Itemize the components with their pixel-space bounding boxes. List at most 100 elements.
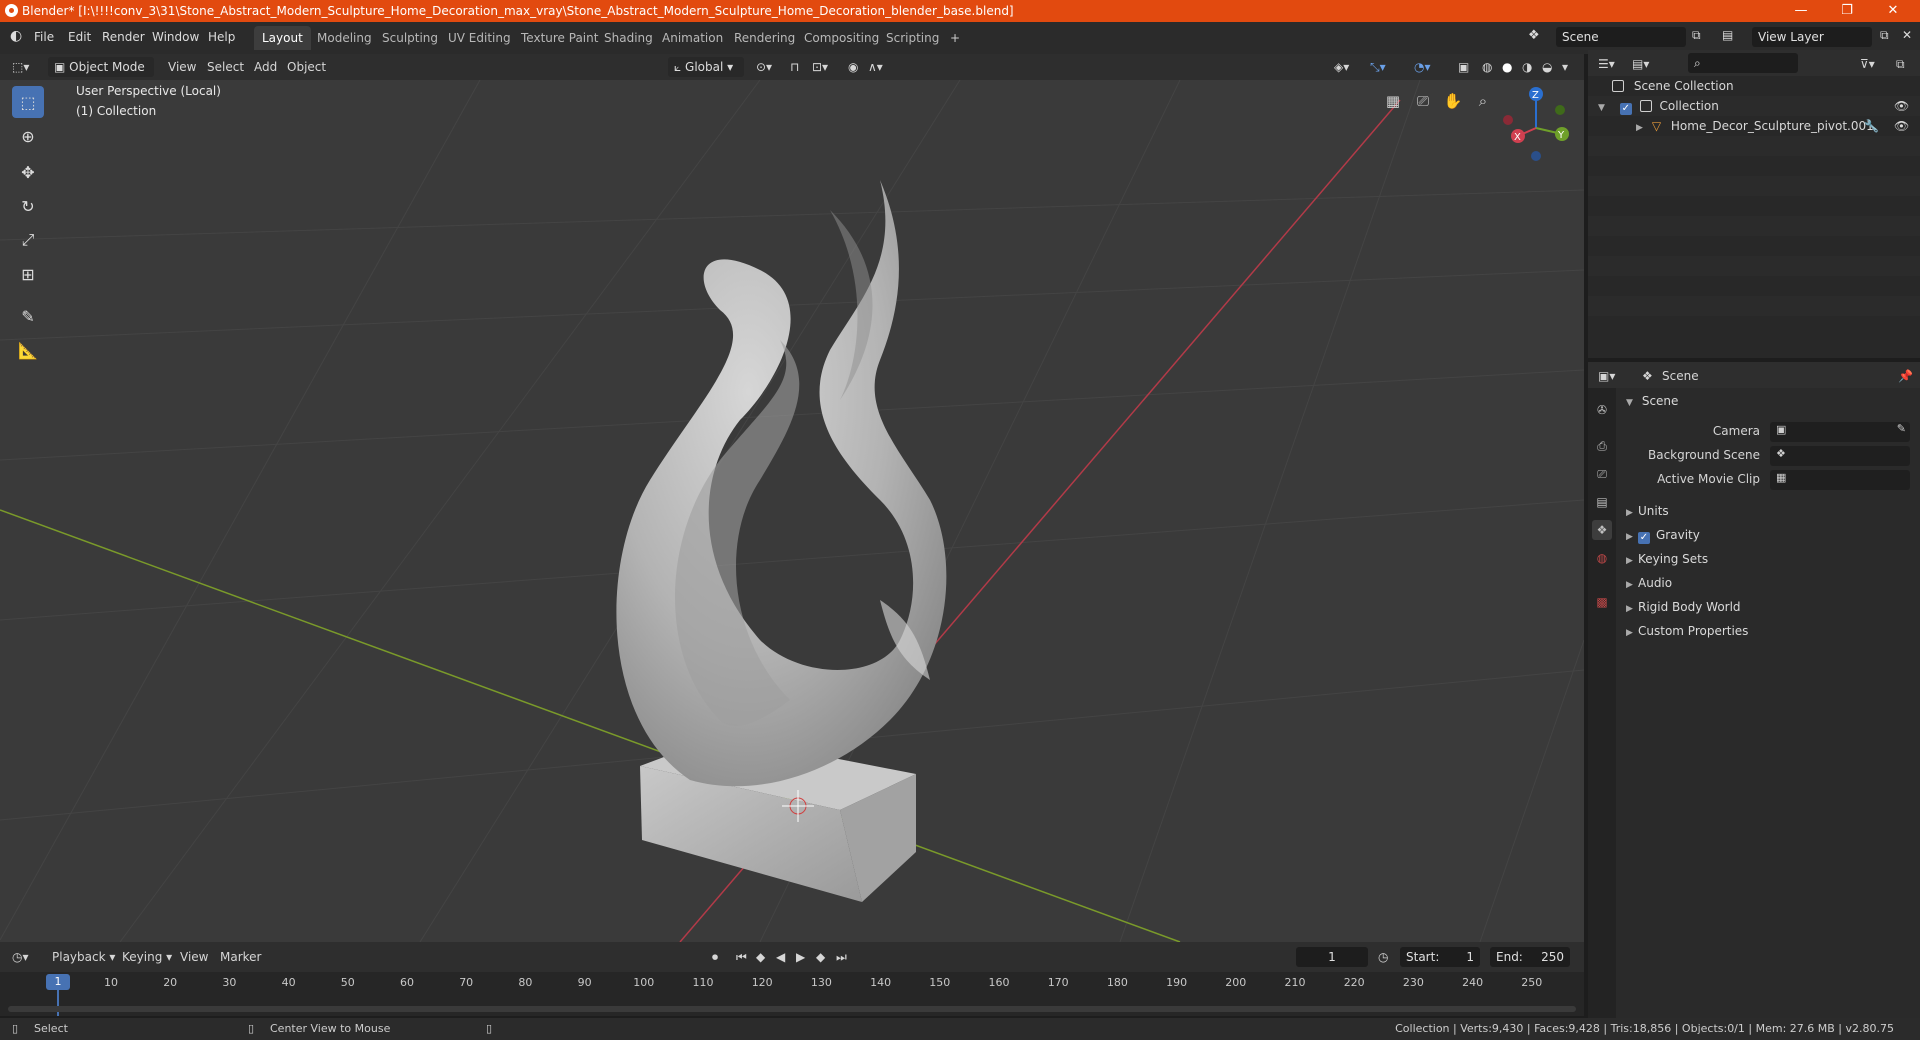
measure-tool-icon[interactable]: 📐 <box>12 334 44 366</box>
view-layer-tab-icon[interactable]: ▤ <box>1592 492 1612 512</box>
pan-view-icon[interactable]: ✋ <box>1440 88 1466 114</box>
background-scene-field[interactable]: ❖ <box>1770 446 1910 466</box>
scene-name-field[interactable]: Scene <box>1556 27 1686 47</box>
wireframe-shading-icon[interactable]: ◍ <box>1482 58 1492 76</box>
timeline-scrollbar[interactable] <box>8 1006 1576 1012</box>
visibility-icon[interactable]: ◈▾ <box>1334 58 1349 76</box>
prev-keyframe-icon[interactable]: ◆ <box>756 948 765 966</box>
viewport-menu-object[interactable]: Object <box>287 58 326 76</box>
display-mode-icon[interactable]: ▤▾ <box>1632 55 1649 73</box>
outliner-editor-icon[interactable]: ☰▾ <box>1598 55 1615 73</box>
navigation-gizmo[interactable]: Z Y X <box>1503 87 1569 161</box>
overlay-icon[interactable]: ◔▾ <box>1414 58 1431 76</box>
units-section[interactable]: ▶ Units <box>1626 500 1669 522</box>
jump-start-icon[interactable]: ⏮ <box>736 948 747 966</box>
outliner-search-input[interactable]: ⌕ <box>1688 53 1798 73</box>
camera-field[interactable]: ▣ ✎ <box>1770 422 1910 442</box>
transform-orientation-dropdown[interactable]: ⟀ Global ▾ <box>668 57 744 77</box>
viewport-menu-select[interactable]: Select <box>207 58 244 76</box>
falloff-icon[interactable]: ∧▾ <box>868 58 883 76</box>
xray-icon[interactable]: ▣ <box>1458 58 1469 76</box>
maximize-button[interactable]: ❐ <box>1824 0 1870 22</box>
tab-animation[interactable]: Animation <box>654 26 731 50</box>
scene-panel-header[interactable]: ▼ Scene <box>1626 390 1678 412</box>
object-visibility-eye-icon[interactable]: 👁 <box>1894 116 1909 136</box>
expand-object-icon[interactable]: ▶ <box>1636 118 1648 138</box>
new-collection-icon[interactable]: ⧉ <box>1896 55 1905 73</box>
editor-type-icon[interactable]: ⬚▾ <box>12 58 29 76</box>
tab-texture-paint[interactable]: Texture Paint <box>513 26 606 50</box>
tool-tab-icon[interactable]: ✇ <box>1592 400 1612 420</box>
viewport-menu-view[interactable]: View <box>168 58 196 76</box>
close-button[interactable]: ✕ <box>1870 0 1916 22</box>
next-keyframe-icon[interactable]: ◆ <box>816 948 825 966</box>
menu-file[interactable]: File <box>34 30 54 44</box>
texture-tab-icon[interactable]: ▩ <box>1592 592 1612 612</box>
material-shading-icon[interactable]: ◑ <box>1522 58 1532 76</box>
timeline-menu-keying[interactable]: Keying ▾ <box>122 948 172 966</box>
pin-icon[interactable]: 📌 <box>1898 367 1913 385</box>
cursor-tool-icon[interactable]: ⊕ <box>12 120 44 152</box>
outliner-row-scene-collection[interactable]: Scene Collection <box>1588 76 1920 96</box>
minimize-button[interactable]: — <box>1778 0 1824 22</box>
menu-window[interactable]: Window <box>152 30 199 44</box>
outliner-row-sculpture-object[interactable]: ▶ ▽ Home_Decor_Sculpture_pivot.001 🔧 👁 <box>1588 116 1920 136</box>
proportional-edit-icon[interactable]: ◉ <box>848 58 858 76</box>
modifier-wrench-icon[interactable]: 🔧 <box>1864 116 1879 136</box>
timeline-menu-playback[interactable]: Playback ▾ <box>52 948 115 966</box>
remove-view-layer-icon[interactable]: ✕ <box>1902 28 1912 42</box>
play-reverse-icon[interactable]: ◀ <box>776 948 785 966</box>
keying-sets-section[interactable]: ▶ Keying Sets <box>1626 548 1708 570</box>
new-scene-icon[interactable]: ⧉ <box>1692 28 1701 43</box>
scene-tab-icon[interactable]: ❖ <box>1592 520 1612 540</box>
transform-tool-icon[interactable]: ⊞ <box>12 258 44 290</box>
world-tab-icon[interactable]: ◍ <box>1592 548 1612 568</box>
snap-target-icon[interactable]: ⊡▾ <box>812 58 828 76</box>
rendered-shading-icon[interactable]: ◒ <box>1542 58 1552 76</box>
blender-menu-icon[interactable]: ◐ <box>10 28 22 44</box>
tab-rendering[interactable]: Rendering <box>726 26 803 50</box>
start-frame-field[interactable]: Start: 1 <box>1400 947 1480 967</box>
tab-uv-editing[interactable]: UV Editing <box>440 26 519 50</box>
3d-viewport[interactable]: Z Y X User Perspective (Local) (1) Colle… <box>0 80 1584 942</box>
scene-selector-icon[interactable]: ❖ <box>1528 28 1540 43</box>
solid-shading-icon[interactable]: ● <box>1502 58 1512 76</box>
record-icon[interactable]: ⏺ <box>712 948 718 966</box>
timeline-editor-icon[interactable]: ◷▾ <box>12 948 29 966</box>
end-frame-field[interactable]: End: 250 <box>1490 947 1570 967</box>
zoom-view-icon[interactable]: ⌕ <box>1470 88 1496 114</box>
audio-section[interactable]: ▶ Audio <box>1626 572 1672 594</box>
menu-render[interactable]: Render <box>102 30 145 44</box>
view-layer-icon[interactable]: ▤ <box>1722 28 1733 42</box>
properties-editor-icon[interactable]: ▣▾ <box>1598 367 1615 385</box>
tab-layout[interactable]: Layout <box>254 26 311 50</box>
outliner-row-collection[interactable]: ▼ ✓ Collection 👁 <box>1588 96 1920 116</box>
output-tab-icon[interactable]: ⎚ <box>1592 464 1612 484</box>
gravity-section[interactable]: ▶ ✓ Gravity <box>1626 524 1700 546</box>
shading-options-icon[interactable]: ▾ <box>1562 58 1568 76</box>
scale-tool-icon[interactable]: ⤢ <box>12 224 44 256</box>
annotate-tool-icon[interactable]: ✎ <box>12 300 44 332</box>
gizmo-icon[interactable]: ⤡▾ <box>1370 58 1386 76</box>
sculpture-object[interactable] <box>616 180 947 787</box>
pivot-point-icon[interactable]: ⊙▾ <box>756 58 772 76</box>
timeline-menu-view[interactable]: View <box>180 948 208 966</box>
custom-properties-section[interactable]: ▶ Custom Properties <box>1626 620 1748 642</box>
camera-view-icon[interactable]: ⎚ <box>1410 88 1436 114</box>
menu-edit[interactable]: Edit <box>68 30 91 44</box>
gravity-checkbox-icon[interactable]: ✓ <box>1638 532 1650 544</box>
toggle-perspective-icon[interactable]: ▦ <box>1380 88 1406 114</box>
rotate-tool-icon[interactable]: ↻ <box>12 190 44 222</box>
move-tool-icon[interactable]: ✥ <box>12 156 44 188</box>
filter-icon[interactable]: ⊽▾ <box>1860 55 1875 73</box>
snap-icon[interactable]: ⊓ <box>790 58 799 76</box>
timeline-menu-marker[interactable]: Marker <box>220 948 261 966</box>
expand-collection-icon[interactable]: ▼ <box>1598 98 1610 118</box>
auto-keying-clock-icon[interactable]: ◷ <box>1378 948 1388 966</box>
tab-sculpting[interactable]: Sculpting <box>374 26 446 50</box>
select-box-tool-icon[interactable]: ⬚ <box>12 86 44 118</box>
mode-dropdown[interactable]: ▣ Object Mode ▾ <box>48 57 154 94</box>
new-view-layer-icon[interactable]: ⧉ <box>1880 28 1889 43</box>
current-frame-field[interactable]: 1 <box>1296 947 1368 967</box>
rigid-body-world-section[interactable]: ▶ Rigid Body World <box>1626 596 1741 618</box>
